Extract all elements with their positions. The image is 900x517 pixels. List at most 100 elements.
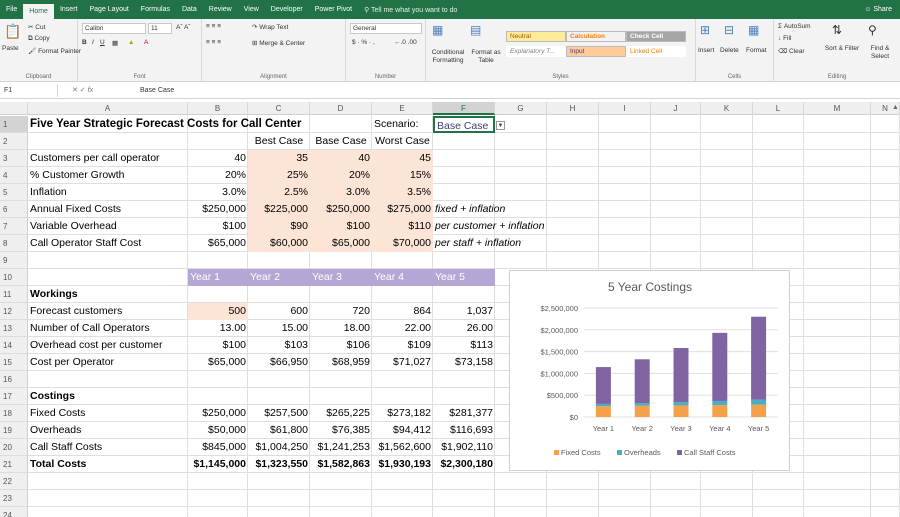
bar-fixed-costs[interactable] bbox=[673, 405, 689, 417]
costing-value[interactable]: $1,241,253 bbox=[310, 439, 372, 456]
year-header[interactable]: Year 4 bbox=[372, 269, 433, 286]
workings-heading[interactable]: Workings bbox=[28, 286, 188, 303]
menu-tab-power-pivot[interactable]: Power Pivot bbox=[309, 0, 358, 19]
current-value[interactable]: 40 bbox=[188, 150, 248, 167]
working-value[interactable]: $68,959 bbox=[310, 354, 372, 371]
scenario-select[interactable]: Base Case bbox=[433, 116, 495, 133]
bar-overheads[interactable] bbox=[673, 402, 689, 406]
best-case-value[interactable]: $60,000 bbox=[248, 235, 310, 252]
costing-value[interactable]: $1,930,193 bbox=[372, 456, 433, 473]
style-calculation[interactable]: Calculation bbox=[566, 31, 626, 42]
working-value[interactable]: $113 bbox=[433, 337, 495, 354]
costing-value[interactable]: $2,300,180 bbox=[433, 456, 495, 473]
costing-value[interactable]: $845,000 bbox=[188, 439, 248, 456]
column-header-G[interactable]: G bbox=[495, 102, 547, 115]
base-case-value[interactable]: $100 bbox=[310, 218, 372, 235]
autosum-button[interactable]: Σ AutoSum bbox=[778, 23, 811, 30]
format-table-icon[interactable]: ▤ bbox=[470, 23, 481, 37]
font-color-icon[interactable]: A bbox=[144, 39, 148, 46]
working-value[interactable]: $73,158 bbox=[433, 354, 495, 371]
current-value[interactable]: $250,000 bbox=[188, 201, 248, 218]
bar-overheads[interactable] bbox=[712, 400, 728, 406]
sort-filter-icon[interactable]: ⇅ bbox=[832, 23, 842, 37]
find-select-button[interactable]: Find & Select bbox=[862, 45, 898, 61]
column-header-F[interactable]: F bbox=[433, 102, 495, 115]
row-header-15[interactable]: 15 bbox=[0, 354, 28, 371]
font-size-select[interactable]: 11 bbox=[148, 23, 172, 34]
costing-value[interactable]: $1,582,863 bbox=[310, 456, 372, 473]
current-value[interactable]: $100 bbox=[188, 218, 248, 235]
costing-value[interactable]: $265,225 bbox=[310, 405, 372, 422]
row-header-1[interactable]: 1 bbox=[0, 116, 28, 133]
year-header[interactable]: Year 1 bbox=[188, 269, 248, 286]
delete-cells-button[interactable]: Delete bbox=[720, 47, 739, 54]
row-header-8[interactable]: 8 bbox=[0, 235, 28, 252]
format-painter-button[interactable]: 🖌 Format Painter bbox=[28, 47, 81, 55]
row-header-10[interactable]: 10 bbox=[0, 269, 28, 286]
row-header-7[interactable]: 7 bbox=[0, 218, 28, 235]
working-value[interactable]: $65,000 bbox=[188, 354, 248, 371]
working-value[interactable]: 15.00 bbox=[248, 320, 310, 337]
year-header[interactable]: Year 5 bbox=[433, 269, 495, 286]
bar-overheads[interactable] bbox=[634, 403, 650, 406]
bar-call-staff-costs[interactable] bbox=[634, 359, 650, 404]
align-top-icon[interactable]: ≡ ≡ ≡ bbox=[206, 23, 221, 30]
costing-label[interactable]: Overheads bbox=[28, 422, 188, 439]
column-header-H[interactable]: H bbox=[547, 102, 599, 115]
current-value[interactable]: 20% bbox=[188, 167, 248, 184]
working-value[interactable]: 720 bbox=[310, 303, 372, 320]
best-case-value[interactable]: 2.5% bbox=[248, 184, 310, 201]
bar-overheads[interactable] bbox=[751, 399, 767, 405]
working-value[interactable]: 26.00 bbox=[433, 320, 495, 337]
bar-call-staff-costs[interactable] bbox=[751, 316, 767, 400]
scenario-label[interactable]: Scenario: bbox=[372, 116, 433, 133]
scroll-up-arrow[interactable]: ▲ bbox=[892, 104, 900, 116]
style-input[interactable]: Input bbox=[566, 46, 626, 57]
costings-chart[interactable]: 5 Year Costings $2,500,000 $2,000,000 $1,50… bbox=[509, 270, 790, 471]
costing-value[interactable]: $1,145,000 bbox=[188, 456, 248, 473]
column-header-C[interactable]: C bbox=[248, 102, 310, 115]
input-note[interactable]: fixed + inflation bbox=[433, 201, 613, 218]
style-linked-cell[interactable]: Linked Cell bbox=[626, 46, 686, 57]
fill-button[interactable]: ↓ Fill bbox=[778, 35, 791, 42]
conditional-format-button[interactable]: Conditional Formatting bbox=[428, 49, 468, 65]
bar-fixed-costs[interactable] bbox=[595, 406, 611, 417]
format-cells-icon[interactable]: ▦ bbox=[748, 23, 759, 37]
base-case-value[interactable]: 20% bbox=[310, 167, 372, 184]
input-note[interactable]: per staff + inflation bbox=[433, 235, 613, 252]
conditional-format-icon[interactable]: ▦ bbox=[432, 23, 443, 37]
menu-tab-home[interactable]: Home bbox=[23, 4, 54, 19]
input-label[interactable]: Inflation bbox=[28, 184, 188, 201]
working-value[interactable]: $71,027 bbox=[372, 354, 433, 371]
working-value[interactable]: 1,037 bbox=[433, 303, 495, 320]
worst-case-value[interactable]: 45 bbox=[372, 150, 433, 167]
row-header-5[interactable]: 5 bbox=[0, 184, 28, 201]
style-explanatory[interactable]: Explanatory T... bbox=[506, 46, 566, 57]
costing-label[interactable]: Total Costs bbox=[28, 456, 188, 473]
row-header-16[interactable]: 16 bbox=[0, 371, 28, 388]
column-header-E[interactable]: E bbox=[372, 102, 433, 115]
costing-value[interactable]: $281,377 bbox=[433, 405, 495, 422]
base-case-value[interactable]: 3.0% bbox=[310, 184, 372, 201]
row-header-18[interactable]: 18 bbox=[0, 405, 28, 422]
cut-button[interactable]: ✂ Cut bbox=[28, 23, 45, 31]
menu-tab-insert[interactable]: Insert bbox=[54, 0, 84, 19]
working-label[interactable]: Forecast customers bbox=[28, 303, 188, 320]
bar-call-staff-costs[interactable] bbox=[673, 347, 689, 403]
italic-button[interactable]: I bbox=[92, 39, 94, 46]
costing-value[interactable]: $94,412 bbox=[372, 422, 433, 439]
column-header-L[interactable]: L bbox=[753, 102, 804, 115]
best-case-value[interactable]: 25% bbox=[248, 167, 310, 184]
input-label[interactable]: Variable Overhead bbox=[28, 218, 188, 235]
costings-heading[interactable]: Costings bbox=[28, 388, 188, 405]
costing-value[interactable]: $61,800 bbox=[248, 422, 310, 439]
row-header-11[interactable]: 11 bbox=[0, 286, 28, 303]
working-value[interactable]: 18.00 bbox=[310, 320, 372, 337]
costing-value[interactable]: $1,004,250 bbox=[248, 439, 310, 456]
copy-button[interactable]: ⧉ Copy bbox=[28, 35, 50, 43]
costing-value[interactable]: $1,902,110 bbox=[433, 439, 495, 456]
input-label[interactable]: Annual Fixed Costs bbox=[28, 201, 188, 218]
style-check-cell[interactable]: Check Cell bbox=[626, 31, 686, 42]
row-header-3[interactable]: 3 bbox=[0, 150, 28, 167]
costing-value[interactable]: $1,562,600 bbox=[372, 439, 433, 456]
